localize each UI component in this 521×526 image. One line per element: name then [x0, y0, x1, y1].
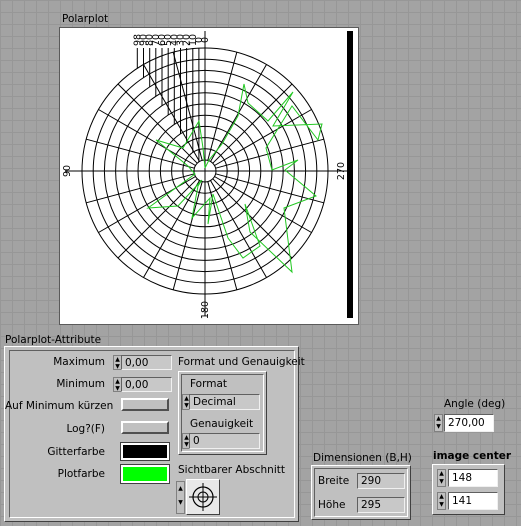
angle-label: Angle (deg)	[444, 398, 506, 410]
width-field: 290	[357, 473, 405, 489]
image-center-label: image center	[433, 450, 512, 462]
image-center-x-stepper[interactable]: ▲ ▼	[437, 469, 446, 487]
polarplot-graph: 989080706050403020100 0 90 180 270	[62, 31, 349, 319]
image-center-y-field[interactable]: 141	[448, 492, 498, 510]
maximum-label: Maximum	[53, 356, 105, 368]
minimum-label: Minimum	[56, 378, 105, 390]
polarplot-angle-label-270: 270	[336, 162, 347, 180]
log-toggle[interactable]	[121, 421, 169, 434]
plot-color-label: Plotfarbe	[57, 468, 105, 480]
angle-field[interactable]: 270,00	[444, 414, 494, 432]
image-center-x-field[interactable]: 148	[448, 469, 498, 487]
polarplot-angle-label-90: 90	[62, 165, 73, 177]
polarplot-scrollbar[interactable]	[347, 31, 353, 318]
minimum-field[interactable]: 0,00	[121, 377, 172, 392]
polarplot-frame: 98 90 80 70 60 50 40 30 20 10 0 0 90 180 270	[59, 27, 359, 325]
grid-color-swatch[interactable]	[120, 442, 170, 461]
polarplot-title: Polarplot	[62, 13, 109, 25]
plot-color-swatch[interactable]	[120, 464, 170, 484]
truncate-toggle[interactable]	[121, 398, 169, 411]
format-title: Format und Genauigkeit	[178, 356, 305, 368]
visible-section-label: Sichtbarer Abschnitt	[178, 464, 285, 476]
truncate-label: Auf Minimum kürzen	[5, 400, 114, 412]
width-label: Breite	[318, 475, 350, 487]
height-label: Höhe	[318, 499, 346, 511]
visible-section-stepper[interactable]: ▲ ▼	[176, 481, 185, 514]
height-field: 295	[357, 497, 405, 513]
angle-stepper[interactable]: ▲ ▼	[434, 414, 443, 432]
image-center-y-stepper[interactable]: ▲ ▼	[437, 492, 446, 510]
format-label: Format	[190, 378, 228, 390]
precision-field[interactable]: 0	[189, 433, 260, 449]
grid-color-label: Gitterfarbe	[47, 446, 105, 458]
precision-label: Genauigkeit	[190, 418, 254, 430]
polarplot-angle-label-0: 0	[200, 37, 211, 43]
format-ring[interactable]: Decimal	[189, 394, 260, 410]
polarplot-angle-label-180: 180	[200, 301, 211, 319]
maximum-field[interactable]: 0,00	[121, 355, 172, 370]
dimensions-title: Dimensionen (B,H)	[313, 452, 412, 464]
crosshair-icon	[189, 483, 217, 511]
visible-section-picker[interactable]	[186, 479, 220, 515]
attributes-title: Polarplot-Attribute	[5, 334, 102, 346]
log-label: Log?(F)	[66, 423, 105, 435]
